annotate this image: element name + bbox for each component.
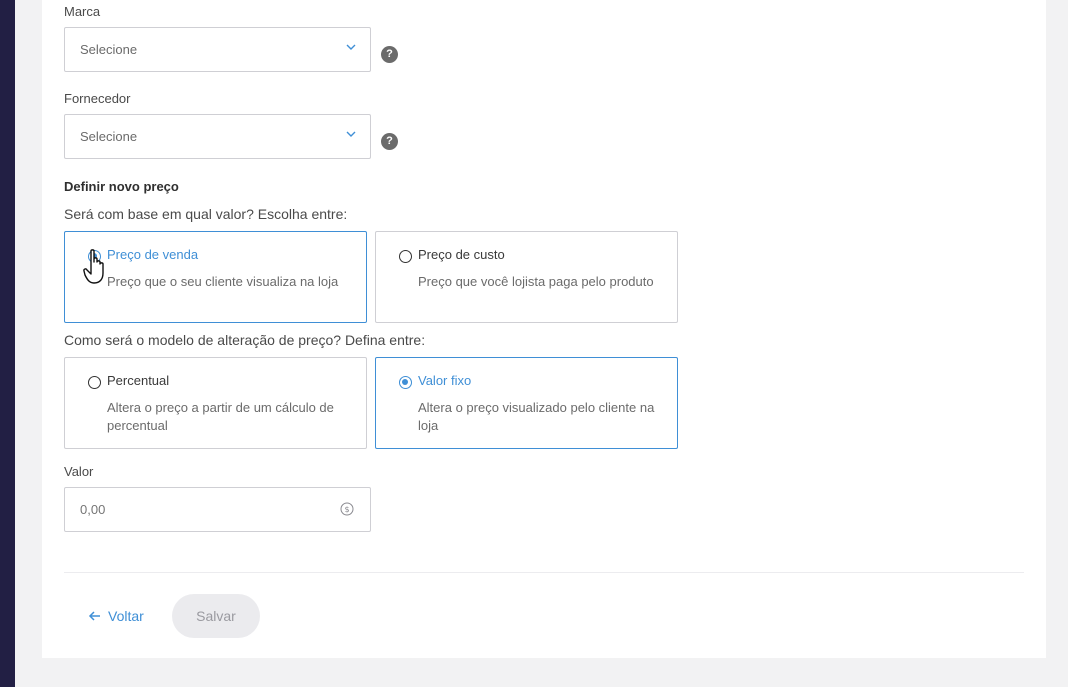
radio-percentual[interactable] (88, 376, 101, 389)
option-description: Preço que você lojista paga pelo produto (418, 274, 654, 289)
value-input-wrapper: $ (64, 487, 371, 532)
chevron-down-icon (346, 131, 356, 137)
app-sidebar-edge (0, 0, 15, 687)
back-button-label: Voltar (108, 608, 144, 624)
option-description: Altera o preço visualizado pelo cliente … (418, 400, 655, 433)
option-title: Preço de venda (107, 247, 199, 262)
option-sale-price[interactable]: Preço de venda Preço que o seu cliente v… (64, 231, 367, 323)
supplier-select-value: Selecione (80, 129, 138, 144)
brand-select[interactable]: Selecione (64, 27, 371, 72)
value-label: Valor (64, 464, 94, 479)
save-button[interactable]: Salvar (172, 594, 260, 638)
option-cost-price[interactable]: Preço de custo Preço que você lojista pa… (375, 231, 678, 323)
option-fixed-value[interactable]: Valor fixo Altera o preço visualizado pe… (375, 357, 678, 449)
dollar-coin-icon: $ (340, 502, 354, 516)
supplier-select[interactable]: Selecione (64, 114, 371, 159)
option-title: Percentual (107, 373, 170, 388)
brand-select-value: Selecione (80, 42, 138, 57)
base-question: Será com base em qual valor? Escolha ent… (64, 206, 348, 222)
supplier-help-icon[interactable]: ? (381, 133, 398, 150)
price-rule-form: Marca Selecione ? Fornecedor Selecione ?… (42, 0, 1046, 658)
model-question: Como será o modelo de alteração de preço… (64, 332, 426, 348)
svg-text:$: $ (344, 505, 349, 514)
back-button[interactable]: Voltar (88, 605, 144, 627)
arrow-left-icon (88, 611, 100, 621)
brand-help-icon[interactable]: ? (381, 46, 398, 63)
supplier-label: Fornecedor (64, 91, 131, 106)
radio-fixed-value[interactable] (399, 376, 412, 389)
divider (64, 572, 1024, 573)
option-title: Preço de custo (418, 247, 505, 262)
radio-sale-price[interactable] (88, 250, 101, 263)
radio-cost-price[interactable] (399, 250, 412, 263)
chevron-down-icon (346, 44, 356, 50)
brand-label: Marca (64, 4, 101, 19)
option-description: Preço que o seu cliente visualiza na loj… (107, 274, 339, 289)
value-input[interactable] (65, 488, 335, 531)
section-title: Definir novo preço (64, 179, 179, 194)
option-description: Altera o preço a partir de um cálculo de… (107, 400, 334, 433)
option-percentual[interactable]: Percentual Altera o preço a partir de um… (64, 357, 367, 449)
option-title: Valor fixo (418, 373, 472, 388)
